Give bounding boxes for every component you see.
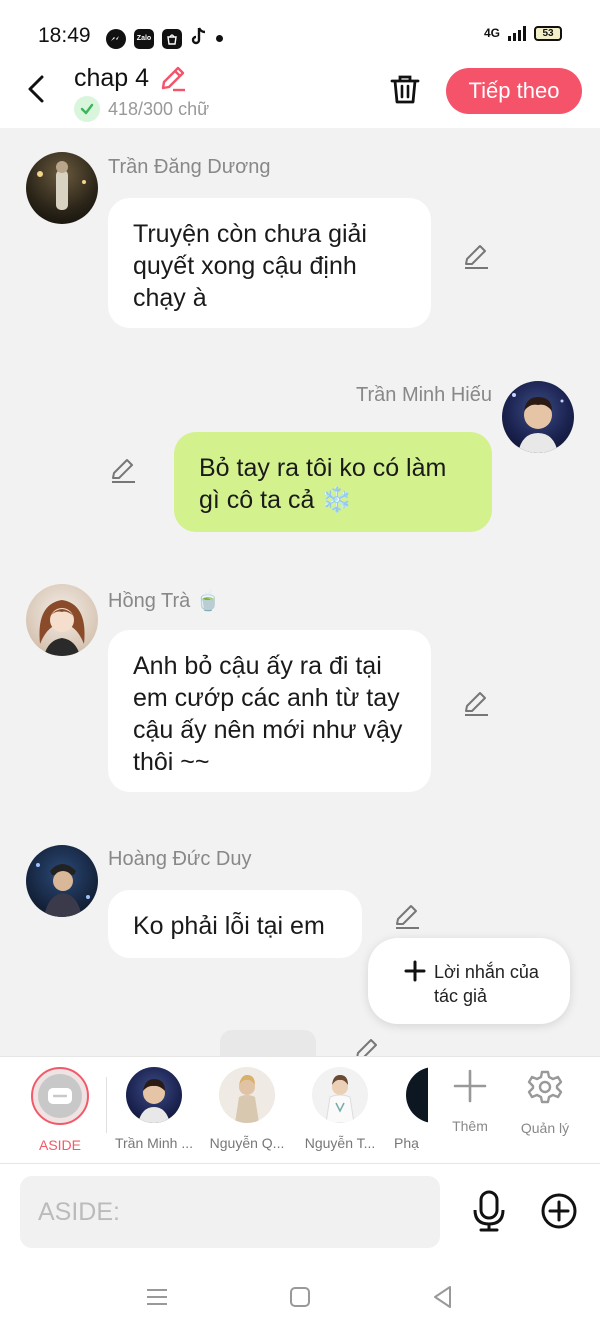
sender-name: Hoàng Đức Duy <box>108 848 252 870</box>
character-name: Trần Minh ... <box>114 1135 194 1151</box>
character-item[interactable]: Nguyễn Q... <box>201 1067 293 1151</box>
character-item[interactable]: Trần Minh ... <box>108 1067 200 1151</box>
avatar <box>219 1067 275 1123</box>
menu-icon[interactable] <box>144 1284 170 1310</box>
avatar <box>312 1067 368 1123</box>
editor-header: chap 4 418/300 chữ Tiếp theo <box>0 62 600 128</box>
divider <box>106 1077 107 1133</box>
message-bubble[interactable]: Truyện còn chưa giải quyết xong cậu định… <box>108 198 431 328</box>
status-indicators: 4G 53 <box>484 25 562 41</box>
status-time: 18:49 <box>38 24 91 47</box>
avatar <box>406 1067 428 1123</box>
composer: ASIDE: <box>0 1164 600 1260</box>
word-count-row: 418/300 chữ <box>74 96 209 122</box>
message-bubble[interactable] <box>220 1030 316 1056</box>
edit-title-icon[interactable] <box>159 64 187 92</box>
microphone-icon[interactable] <box>470 1190 508 1232</box>
zalo-icon: Zalo <box>134 28 154 49</box>
character-name: Nguyễn Q... <box>209 1135 285 1151</box>
status-bar: 18:49 Zalo 4G 53 <box>0 0 600 62</box>
sender-name: Trần Đăng Dương <box>108 156 271 178</box>
avatar[interactable] <box>26 845 98 917</box>
notification-dot <box>216 35 223 42</box>
word-count: 418/300 chữ <box>108 98 210 119</box>
tiktok-icon <box>190 26 208 51</box>
message-bubble[interactable]: Ko phải lỗi tại em <box>108 890 362 958</box>
manage-characters-button[interactable]: Quản lý <box>510 1069 580 1136</box>
aside-avatar <box>31 1067 89 1125</box>
sender-name: Hồng Trà 🍵 <box>108 590 221 612</box>
avatar[interactable] <box>26 584 98 656</box>
character-name: ASIDE <box>38 1137 81 1153</box>
back-button[interactable] <box>22 74 52 104</box>
add-label: Thêm <box>452 1118 488 1134</box>
plus-icon <box>453 1069 487 1107</box>
edit-message-icon[interactable] <box>462 689 490 717</box>
back-nav-icon[interactable] <box>430 1284 456 1310</box>
messenger-icon <box>106 28 126 49</box>
author-note-label: Lời nhắn của tác giả <box>434 962 539 1006</box>
author-note-button[interactable]: Lời nhắn của tác giả <box>368 938 570 1024</box>
battery-icon: 53 <box>534 25 562 41</box>
check-icon <box>74 96 100 122</box>
home-icon[interactable] <box>287 1284 313 1310</box>
add-circle-icon[interactable] <box>540 1192 578 1230</box>
edit-message-icon[interactable] <box>353 1036 381 1056</box>
add-character-button[interactable]: Thêm <box>435 1069 505 1134</box>
status-app-icons: Zalo <box>106 26 223 51</box>
avatar[interactable] <box>26 152 98 224</box>
edit-message-icon[interactable] <box>462 242 490 270</box>
message-input[interactable]: ASIDE: <box>20 1176 440 1248</box>
edit-message-icon[interactable] <box>109 456 137 484</box>
character-item[interactable]: Phạ <box>372 1067 428 1151</box>
avatar[interactable] <box>502 381 574 453</box>
delete-button[interactable] <box>388 72 422 106</box>
shopee-icon <box>162 28 182 49</box>
sender-name: Trần Minh Hiếu <box>356 384 492 406</box>
avatar <box>126 1067 182 1123</box>
chapter-title[interactable]: chap 4 <box>74 64 149 93</box>
system-nav-bar <box>0 1260 600 1333</box>
edit-message-icon[interactable] <box>393 902 421 930</box>
network-label: 4G <box>483 26 500 40</box>
character-aside[interactable]: ASIDE <box>14 1067 106 1153</box>
manage-label: Quản lý <box>520 1120 570 1136</box>
gear-icon <box>527 1070 563 1109</box>
character-bar: ASIDE Trần Minh ... Nguyễn Q... Nguyễn T… <box>0 1056 600 1164</box>
character-name: Phạ <box>394 1135 419 1151</box>
message-bubble[interactable]: Anh bỏ cậu ấy ra đi tại em cướp các anh … <box>108 630 431 792</box>
my-message-bubble[interactable]: Bỏ tay ra tôi ko có làm gì cô ta cả ❄️ <box>174 432 492 532</box>
plus-icon <box>404 960 426 986</box>
chat-area[interactable]: Trần Đăng Dương Truyện còn chưa giải quy… <box>0 128 600 1056</box>
signal-icon <box>508 25 526 41</box>
next-button[interactable]: Tiếp theo <box>446 68 582 114</box>
